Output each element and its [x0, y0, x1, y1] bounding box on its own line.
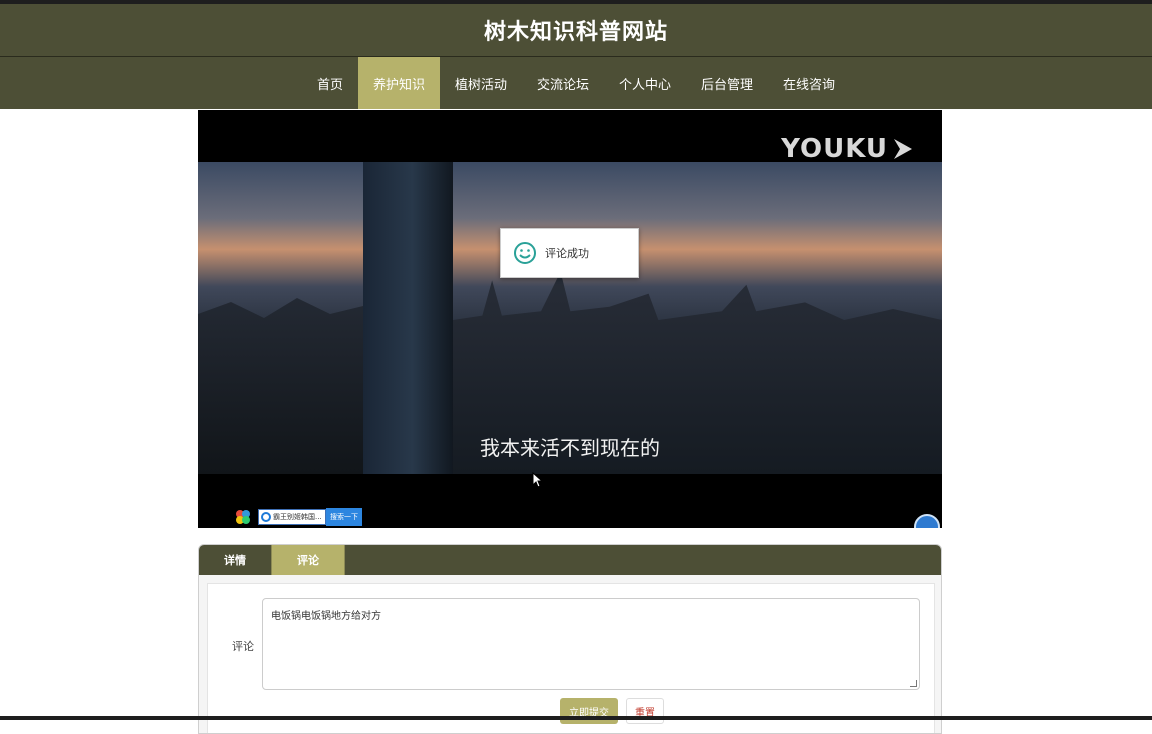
floating-ball-icon[interactable] [914, 514, 940, 528]
tab-bar: 详情 评论 [199, 545, 941, 575]
resize-grip-icon[interactable] [910, 680, 917, 687]
youku-logo-text: YOUKU [781, 134, 888, 164]
pinwheel-icon [236, 510, 250, 524]
nav-item-care-knowledge[interactable]: 养护知识 [357, 57, 440, 109]
mouse-cursor-icon [532, 472, 544, 488]
video-frame [198, 162, 942, 474]
site-header: 树木知识科普网站 [0, 4, 1152, 56]
toast-text: 评论成功 [545, 247, 589, 260]
comment-textarea[interactable]: 电饭锅电饭锅地方给对方 [262, 598, 920, 690]
nav-item-home[interactable]: 首页 [302, 57, 358, 109]
video-player[interactable]: YOUKU 评论成功 我本来活不到现在的 霸王别姬韩国... 搜索一下 [198, 110, 942, 528]
detail-tab-panel: 详情 评论 评论 电饭锅电饭锅地方给对方 立即提交 重置 [198, 544, 942, 734]
nav-item-online-consult[interactable]: 在线咨询 [768, 57, 850, 109]
submit-button[interactable]: 立即提交 [560, 698, 618, 724]
ie-search-text: 霸王别姬韩国... [273, 513, 322, 521]
youku-play-icon [894, 139, 912, 159]
nav-item-planting-activities[interactable]: 植树活动 [440, 57, 522, 109]
ie-search-button[interactable]: 搜索一下 [326, 508, 362, 526]
site-title: 树木知识科普网站 [483, 20, 668, 45]
nav-item-forum[interactable]: 交流论坛 [522, 57, 604, 109]
nav-item-personal-center[interactable]: 个人中心 [604, 57, 686, 109]
comment-form: 评论 电饭锅电饭锅地方给对方 立即提交 重置 [207, 583, 935, 733]
youku-logo: YOUKU [781, 134, 914, 164]
tab-comments[interactable]: 评论 [271, 545, 345, 575]
ie-search-bar: 霸王别姬韩国... 搜索一下 [258, 508, 362, 526]
reset-button[interactable]: 重置 [626, 698, 664, 724]
comment-text: 电饭锅电饭锅地方给对方 [271, 611, 381, 622]
ie-icon [261, 512, 271, 522]
window-bottom-border [0, 716, 1152, 720]
smile-icon [514, 242, 536, 264]
ie-search-input[interactable]: 霸王别姬韩国... [258, 509, 326, 525]
success-toast: 评论成功 [500, 228, 639, 278]
main-nav: 首页 养护知识 植树活动 交流论坛 个人中心 后台管理 在线咨询 [0, 57, 1152, 109]
tab-details[interactable]: 详情 [199, 545, 271, 575]
nav-item-admin[interactable]: 后台管理 [686, 57, 768, 109]
video-subtitle: 我本来活不到现在的 [480, 436, 660, 460]
tower [363, 162, 453, 474]
comment-label: 评论 [232, 640, 254, 653]
